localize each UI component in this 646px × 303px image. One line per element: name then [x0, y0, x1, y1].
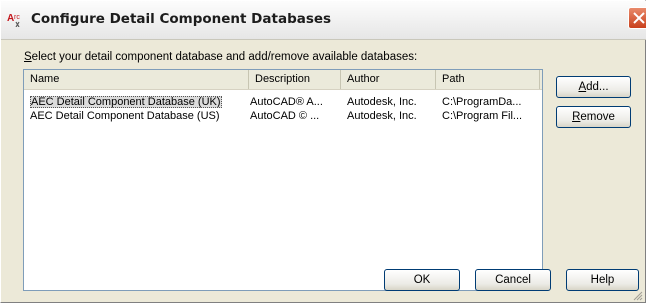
title-bar[interactable]: A rc Configure Detail Component Database…	[1, 1, 646, 40]
remove-label: emove	[580, 111, 615, 123]
cell-path: C:\ProgramDa...	[442, 96, 522, 108]
add-button[interactable]: Add...	[556, 76, 631, 98]
table-row[interactable]: AEC Detail Component Database (US) AutoC…	[24, 109, 542, 123]
remove-button[interactable]: Remove	[556, 106, 631, 128]
column-header-path[interactable]: Path	[436, 70, 540, 89]
autocad-architecture-icon: A rc	[7, 11, 25, 28]
column-header-name[interactable]: Name	[24, 70, 249, 89]
add-accel: A	[578, 81, 587, 93]
cell-description: AutoCAD® A...	[250, 96, 323, 108]
table-row[interactable]: AEC Detail Component Database (UK) AutoC…	[24, 95, 542, 109]
database-list[interactable]: Name Description Author Path AEC Detail …	[23, 69, 543, 291]
close-button[interactable]	[628, 7, 646, 29]
column-header-author[interactable]: Author	[341, 70, 436, 89]
window-title: Configure Detail Component Databases	[31, 11, 332, 27]
ok-button[interactable]: OK	[384, 269, 460, 291]
cell-author: Autodesk, Inc.	[347, 96, 417, 108]
instruction-accel: S	[24, 51, 32, 63]
instruction-text: elect your detail component database and…	[31, 51, 418, 63]
cell-name-text: AEC Detail Component Database (UK)	[30, 96, 222, 108]
close-icon	[633, 12, 645, 24]
dialog-window: A rc Configure Detail Component Database…	[0, 0, 646, 303]
resize-grip-icon[interactable]	[631, 289, 643, 301]
cancel-button[interactable]: Cancel	[475, 269, 551, 291]
cell-name: AEC Detail Component Database (UK)	[24, 95, 249, 109]
instruction-label: Select your detail component database an…	[24, 51, 417, 63]
svg-text:rc: rc	[14, 14, 20, 21]
cell-path: C:\Program Fil...	[442, 110, 523, 122]
cell-description: AutoCAD © ...	[250, 110, 320, 122]
column-header-description[interactable]: Description	[249, 70, 341, 89]
cell-name-text: AEC Detail Component Database (US)	[30, 110, 220, 122]
list-header: Name Description Author Path	[24, 70, 542, 90]
cell-name: AEC Detail Component Database (US)	[24, 109, 249, 123]
add-label: dd...	[586, 81, 609, 93]
cell-author: Autodesk, Inc.	[347, 110, 417, 122]
help-button[interactable]: Help	[566, 269, 639, 291]
